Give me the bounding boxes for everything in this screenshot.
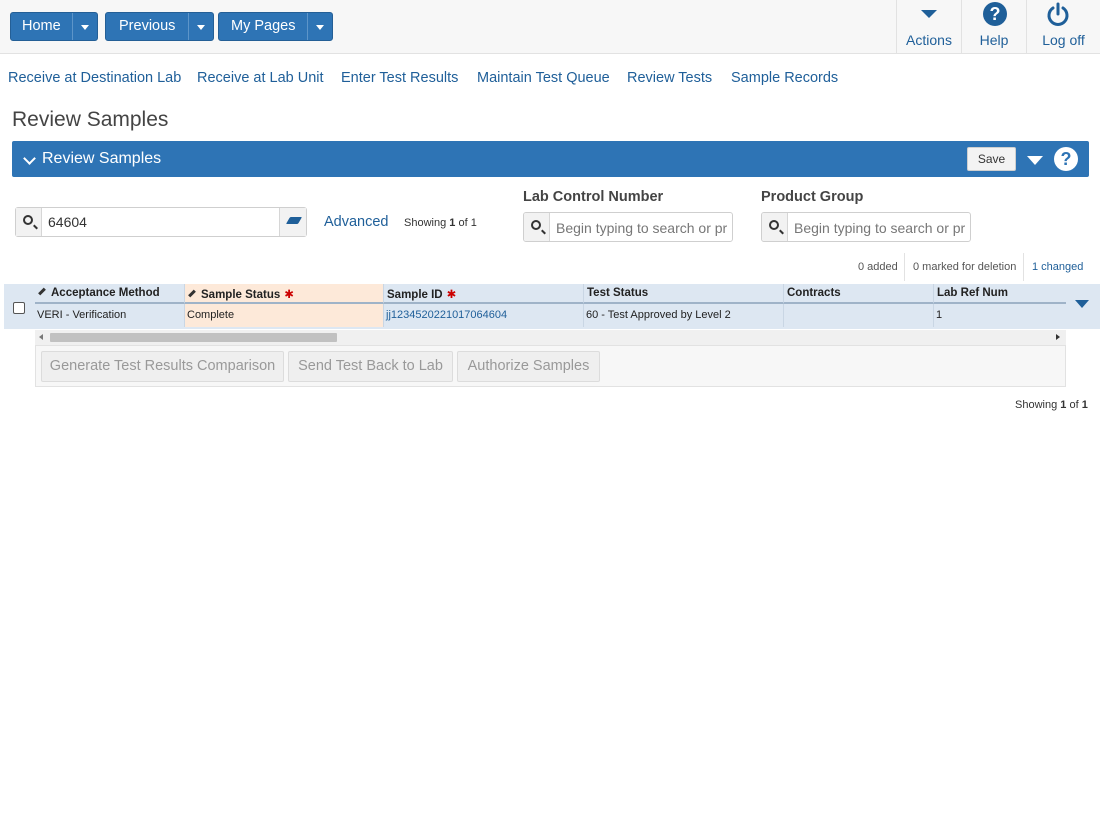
changes-changed-text[interactable]: 1 changed — [1032, 253, 1083, 281]
logoff-label: Log off — [1042, 32, 1085, 48]
changes-added-text: 0 added — [858, 261, 898, 273]
results-count-top: Showing 1 of 1 — [404, 217, 477, 229]
scroll-thumb[interactable] — [50, 333, 337, 342]
subnav-sample-records[interactable]: Sample Records — [731, 70, 838, 86]
edit-pencil-icon — [188, 290, 196, 298]
panel-header: Review Samples Save ? — [12, 141, 1089, 177]
samples-grid: Acceptance Method Sample Status ✱ Sample … — [35, 284, 1066, 327]
clear-search-icon[interactable] — [279, 208, 306, 236]
search-input[interactable]: 64604 — [15, 207, 307, 237]
col-header-label: Lab Ref Num — [937, 287, 1008, 299]
search-icon[interactable] — [16, 208, 42, 236]
previous-button[interactable]: Previous — [105, 12, 215, 41]
actions-menu[interactable]: Actions — [896, 0, 961, 54]
showing-prefix: Showing — [404, 217, 450, 229]
lab-control-number-label: Lab Control Number — [523, 189, 664, 205]
page-title: Review Samples — [12, 108, 169, 131]
cell-test-status: 60 - Test Approved by Level 2 — [584, 304, 784, 327]
chevron-down-icon — [897, 0, 961, 32]
col-header-test-status[interactable]: Test Status — [584, 284, 784, 304]
col-header-acceptance-method[interactable]: Acceptance Method — [35, 284, 185, 304]
row-actions-chevron-icon[interactable] — [1075, 300, 1089, 308]
scroll-right-icon[interactable] — [1056, 334, 1060, 340]
my-pages-label: My Pages — [231, 18, 296, 34]
panel-menu-chevron-icon[interactable] — [1027, 156, 1043, 165]
help-icon: ? — [962, 0, 1026, 32]
actions-label: Actions — [906, 32, 952, 48]
col-header-label: Contracts — [787, 287, 841, 299]
cell-lab-ref-num: 1 — [934, 304, 1066, 327]
col-header-label: Test Status — [587, 287, 649, 299]
previous-label: Previous — [119, 18, 176, 34]
subnav-enter-test-results[interactable]: Enter Test Results — [341, 70, 458, 86]
cell-acceptance-method[interactable]: VERI - Verification — [35, 304, 185, 327]
col-header-sample-status[interactable]: Sample Status ✱ — [185, 284, 384, 304]
showing-mid: of — [1066, 399, 1082, 411]
save-button[interactable]: Save — [967, 147, 1016, 171]
product-group-placeholder: Begin typing to search or pr — [794, 220, 966, 236]
product-group-label: Product Group — [761, 189, 864, 205]
logoff-link[interactable]: Log off — [1026, 0, 1100, 54]
my-pages-button[interactable]: My Pages — [218, 12, 334, 41]
subnav-review-tests[interactable]: Review Tests — [627, 70, 712, 86]
help-label: Help — [979, 32, 1009, 48]
home-label: Home — [22, 18, 61, 34]
grid-header-row: Acceptance Method Sample Status ✱ Sample … — [35, 284, 1066, 304]
table-row[interactable]: VERI - Verification Complete jj123452022… — [35, 304, 1066, 327]
lab-control-placeholder: Begin typing to search or pr — [556, 220, 728, 236]
search-value: 64604 — [48, 214, 87, 230]
col-header-contracts[interactable]: Contracts — [784, 284, 934, 304]
search-icon[interactable] — [762, 213, 788, 241]
cell-sample-status[interactable]: Complete — [185, 304, 384, 327]
col-header-label: Sample Status — [201, 289, 281, 301]
scroll-left-icon[interactable] — [39, 334, 43, 340]
previous-dropdown-toggle[interactable] — [188, 13, 213, 40]
lab-control-number-field[interactable]: Begin typing to search or pr — [523, 212, 733, 242]
panel-title[interactable]: Review Samples — [42, 150, 161, 168]
top-bar: Home Previous My Pages Actions ? Help Lo… — [0, 0, 1100, 54]
cell-sample-id-link[interactable]: jj1234520221017064604 — [384, 304, 584, 327]
subnav-maintain-test-queue[interactable]: Maintain Test Queue — [477, 70, 610, 86]
advanced-search-link[interactable]: Advanced — [324, 214, 389, 230]
subnav-receive-lab-unit[interactable]: Receive at Lab Unit — [197, 70, 324, 86]
authorize-samples-button[interactable]: Authorize Samples — [457, 351, 600, 382]
grid-action-bar: Generate Test Results Comparison Send Te… — [35, 345, 1066, 387]
select-row-checkbox[interactable] — [13, 302, 25, 314]
showing-mid: of — [455, 217, 471, 229]
collapse-chevron-icon[interactable] — [23, 152, 36, 165]
generate-comparison-button[interactable]: Generate Test Results Comparison — [41, 351, 284, 382]
col-header-lab-ref-num[interactable]: Lab Ref Num — [934, 284, 1066, 304]
changes-deleted-text: 0 marked for deletion — [913, 261, 1017, 273]
home-button[interactable]: Home — [10, 12, 98, 41]
send-test-back-button[interactable]: Send Test Back to Lab — [288, 351, 453, 382]
cell-contracts — [784, 304, 934, 327]
horizontal-scrollbar[interactable] — [35, 330, 1066, 345]
showing-prefix: Showing — [1015, 399, 1061, 411]
col-header-sample-id[interactable]: Sample ID ✱ — [384, 284, 584, 304]
home-dropdown-toggle[interactable] — [71, 13, 97, 40]
product-group-field[interactable]: Begin typing to search or pr — [761, 212, 971, 242]
results-count-bottom: Showing 1 of 1 — [1015, 399, 1088, 411]
power-icon — [1027, 0, 1100, 32]
help-link[interactable]: ? Help — [961, 0, 1026, 54]
search-icon[interactable] — [524, 213, 550, 241]
col-header-label: Sample ID — [387, 289, 443, 301]
required-asterisk: ✱ — [284, 289, 294, 301]
panel-help-icon[interactable]: ? — [1054, 147, 1078, 171]
showing-total: 1 — [1081, 399, 1088, 411]
col-header-label: Acceptance Method — [51, 287, 160, 299]
edit-pencil-icon — [38, 288, 46, 296]
subnav-receive-destination-lab[interactable]: Receive at Destination Lab — [8, 70, 181, 86]
my-pages-dropdown-toggle[interactable] — [307, 13, 332, 40]
required-asterisk: ✱ — [446, 289, 457, 301]
showing-total: 1 — [470, 217, 477, 229]
